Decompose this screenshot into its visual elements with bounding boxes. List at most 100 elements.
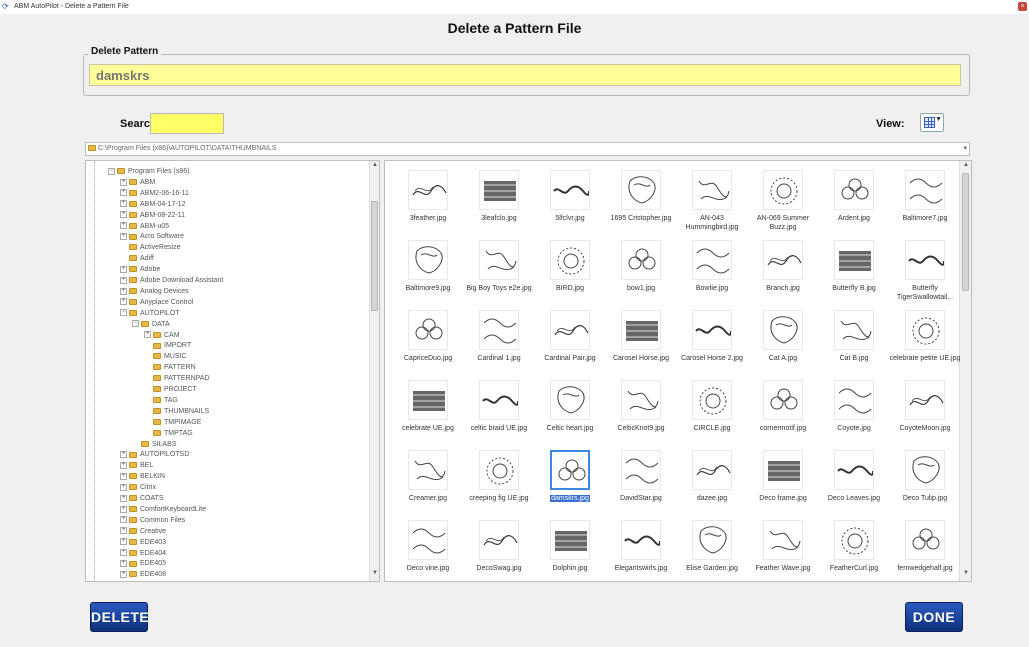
tree-item[interactable]: + ABM-u05 — [120, 222, 169, 231]
collapse-icon[interactable]: − — [132, 320, 139, 328]
thumbnail-item[interactable]: Elise Garden.jpg — [677, 515, 747, 581]
thumbnail-item[interactable]: 1695 Cristopher.jpg — [606, 165, 676, 235]
thumbnail-item[interactable]: Cat A.jpg — [748, 305, 818, 375]
thumbnail-item[interactable]: Feather Wave.jpg — [748, 515, 818, 581]
expand-icon[interactable]: + — [120, 483, 127, 491]
thumbnail-item[interactable]: Baltimore9.jpg — [393, 235, 463, 305]
tree-item[interactable]: + Citrix — [120, 483, 156, 492]
expand-icon[interactable]: + — [120, 549, 127, 557]
thumbnail-item[interactable]: Deco Leaves.jpg — [819, 445, 889, 515]
expand-icon[interactable]: + — [120, 298, 127, 306]
grid-scrollbar[interactable]: ▲ ▼ — [959, 161, 971, 581]
tree-item[interactable]: PROJECT — [144, 385, 197, 394]
tree-scroll-thumb[interactable] — [371, 201, 378, 311]
tree-item[interactable]: PATTERNPAD — [144, 374, 210, 383]
expand-icon[interactable]: + — [120, 233, 127, 241]
thumbnail-item[interactable]: damskrs.jpg — [535, 445, 605, 515]
thumbnail-item[interactable]: Bowtie.jpg — [677, 235, 747, 305]
thumbnail-item[interactable]: Deco vine.jpg — [393, 515, 463, 581]
delete-button[interactable]: DELETE — [90, 602, 149, 632]
thumbnail-item[interactable]: AN-043 Hummingbird.jpg — [677, 165, 747, 235]
tree-item[interactable]: + EDE408 — [120, 570, 166, 579]
thumbnail-item[interactable]: Cat B.jpg — [819, 305, 889, 375]
expand-icon[interactable]: + — [120, 178, 127, 186]
tree-item[interactable]: + Anyplace Control — [120, 298, 193, 307]
expand-icon[interactable]: + — [120, 451, 127, 459]
tree-item[interactable]: ActiveResize — [120, 243, 180, 252]
done-button[interactable]: DONE — [905, 602, 963, 632]
thumbnail-item[interactable]: Deco Tulip.jpg — [890, 445, 960, 515]
thumbnail-item[interactable]: celtic braid UE.jpg — [464, 375, 534, 445]
tree-item[interactable]: MUSIC — [144, 352, 187, 361]
thumbnail-item[interactable]: DavidStar.jpg — [606, 445, 676, 515]
thumbnail-item[interactable]: FeatherCurl.jpg — [819, 515, 889, 581]
thumbnail-item[interactable]: DecoSwag.jpg — [464, 515, 534, 581]
tree-item[interactable]: + Creative — [120, 527, 166, 536]
expand-icon[interactable]: + — [120, 222, 127, 230]
thumbnail-item[interactable]: Big Boy Toys e2e.jpg — [464, 235, 534, 305]
thumbnail-item[interactable]: Carosel Horse 2.jpg — [677, 305, 747, 375]
expand-icon[interactable]: + — [120, 494, 127, 502]
thumbnail-item[interactable]: creeping fig UE.jpg — [464, 445, 534, 515]
tree-item[interactable]: + AUTOPILOTSD — [120, 450, 189, 459]
tree-item[interactable]: + Acro Software — [120, 232, 184, 241]
tree-item[interactable]: + EDE404 — [120, 549, 166, 558]
tree-item[interactable]: IMPORT — [144, 341, 191, 350]
expand-icon[interactable]: + — [120, 527, 127, 535]
thumbnail-item[interactable]: 5lfclvr.jpg — [535, 165, 605, 235]
thumbnail-item[interactable]: CoyoteMoon.jpg — [890, 375, 960, 445]
thumbnail-item[interactable]: Deco frame.jpg — [748, 445, 818, 515]
thumbnail-item[interactable]: cornermotif.jpg — [748, 375, 818, 445]
tree-item[interactable]: + ABM-04-17-12 — [120, 200, 186, 209]
thumbnail-item[interactable]: Ardent.jpg — [819, 165, 889, 235]
thumbnail-item[interactable]: dazee.jpg — [677, 445, 747, 515]
thumbnail-item[interactable]: 3feather.jpg — [393, 165, 463, 235]
tree-item[interactable]: THUMBNAILS — [144, 407, 209, 416]
expand-icon[interactable]: + — [120, 570, 127, 578]
expand-icon[interactable]: + — [120, 560, 127, 568]
tree-item[interactable]: + EDE405 — [120, 559, 166, 568]
tree-item[interactable]: + CAM — [144, 331, 180, 340]
scroll-up-icon[interactable]: ▲ — [370, 162, 379, 172]
expand-icon[interactable]: + — [120, 516, 127, 524]
expand-icon[interactable]: + — [120, 538, 127, 546]
path-dropdown-icon[interactable]: ▾ — [963, 143, 967, 155]
tree-item[interactable]: + ABM — [120, 178, 155, 187]
expand-icon[interactable]: + — [120, 211, 127, 219]
thumbnail-item[interactable]: 3leafclo.jpg — [464, 165, 534, 235]
grid-scroll-thumb[interactable] — [962, 173, 969, 291]
thumbnail-item[interactable]: celebrate petite UE.jpg — [890, 305, 960, 375]
thumbnail-item[interactable]: Carosel Horse.jpg — [606, 305, 676, 375]
expand-icon[interactable]: + — [120, 287, 127, 295]
tree-item[interactable]: + ABM2-06-16-11 — [120, 189, 189, 198]
pattern-name-field[interactable]: damskrs — [89, 64, 961, 86]
thumbnail-item[interactable]: Celtic heart.jpg — [535, 375, 605, 445]
thumbnail-item[interactable]: AN-069 Summer Buzz.jpg — [748, 165, 818, 235]
thumbnail-item[interactable]: CIRCLE.jpg — [677, 375, 747, 445]
tree-item[interactable]: + Analog Devices — [120, 287, 189, 296]
expand-icon[interactable]: + — [120, 472, 127, 480]
tree-item[interactable]: + ABM-08-22-11 — [120, 211, 185, 220]
thumbnail-item[interactable]: Elegantswirls.jpg — [606, 515, 676, 581]
tree-item[interactable]: SILABS — [132, 440, 177, 449]
tree-item[interactable]: − DATA — [132, 320, 170, 329]
expand-icon[interactable]: + — [120, 276, 127, 284]
thumbnail-item[interactable]: CelticKnot9.jpg — [606, 375, 676, 445]
thumbnail-item[interactable]: Dolphin.jpg — [535, 515, 605, 581]
tree-scrollbar[interactable]: ▲ ▼ — [369, 161, 379, 581]
thumbnail-grid[interactable]: ▲ ▼ 3feather.jpg 3leafclo.jpg 5lfclvr.jpg 1… — [384, 160, 972, 582]
expand-icon[interactable]: + — [120, 265, 127, 273]
tree-item[interactable]: + Adobe — [120, 265, 160, 274]
tree-item[interactable]: + EDE403 — [120, 538, 166, 547]
thumbnail-item[interactable]: Cardinal 1.jpg — [464, 305, 534, 375]
tree-item[interactable]: Adiff — [120, 254, 154, 263]
expand-icon[interactable]: + — [120, 200, 127, 208]
tree-item[interactable]: TAG — [144, 396, 178, 405]
thumbnail-item[interactable]: Creamer.jpg — [393, 445, 463, 515]
view-mode-dropdown[interactable]: ▼ — [920, 113, 944, 132]
expand-icon[interactable]: + — [120, 189, 127, 197]
tree-item[interactable]: − Program Files (x86) — [108, 167, 189, 176]
thumbnail-item[interactable]: celebrate UE.jpg — [393, 375, 463, 445]
collapse-icon[interactable]: − — [108, 167, 115, 175]
tree-item[interactable]: PATTERN — [144, 363, 196, 372]
